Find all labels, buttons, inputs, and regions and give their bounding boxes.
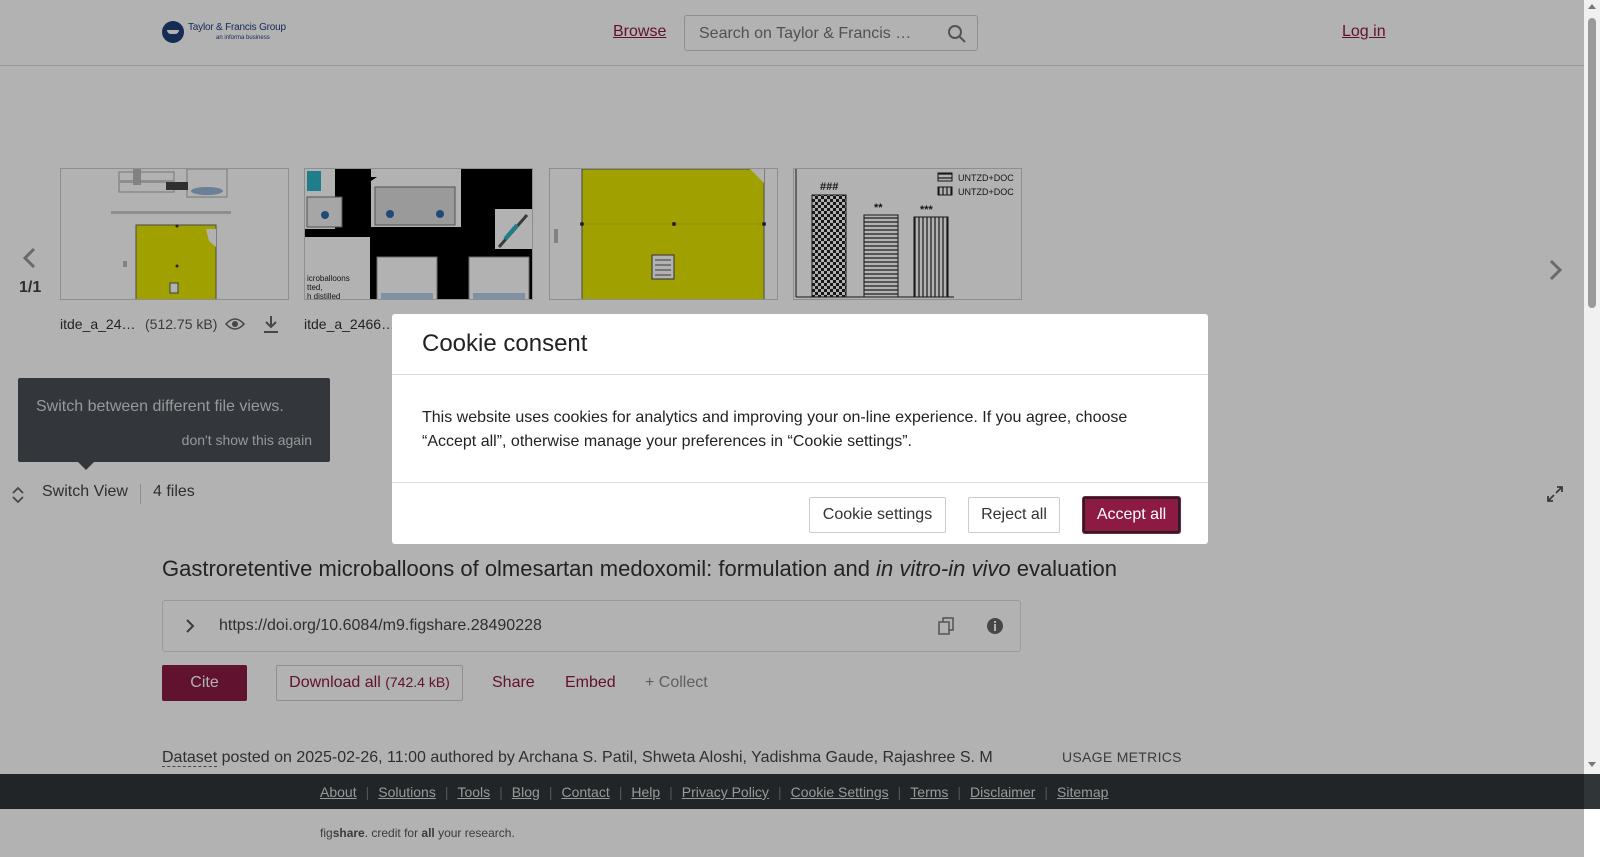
cookie-consent-dialog: Cookie consent This website uses cookies…	[392, 314, 1208, 544]
divider	[392, 482, 1208, 483]
reject-all-button[interactable]: Reject all	[968, 497, 1060, 533]
cookie-settings-button[interactable]: Cookie settings	[809, 497, 946, 533]
accept-all-button[interactable]: Accept all	[1083, 497, 1180, 533]
cookie-dialog-body: This website uses cookies for analytics …	[422, 409, 1128, 450]
scrollbar-thumb[interactable]	[1588, 18, 1596, 308]
divider	[392, 374, 1208, 375]
page-scrollbar[interactable]	[1584, 0, 1600, 774]
scroll-down-arrow-icon[interactable]	[1588, 762, 1596, 767]
scroll-up-arrow-icon[interactable]	[1588, 4, 1596, 9]
cookie-dialog-title: Cookie consent	[422, 330, 588, 357]
